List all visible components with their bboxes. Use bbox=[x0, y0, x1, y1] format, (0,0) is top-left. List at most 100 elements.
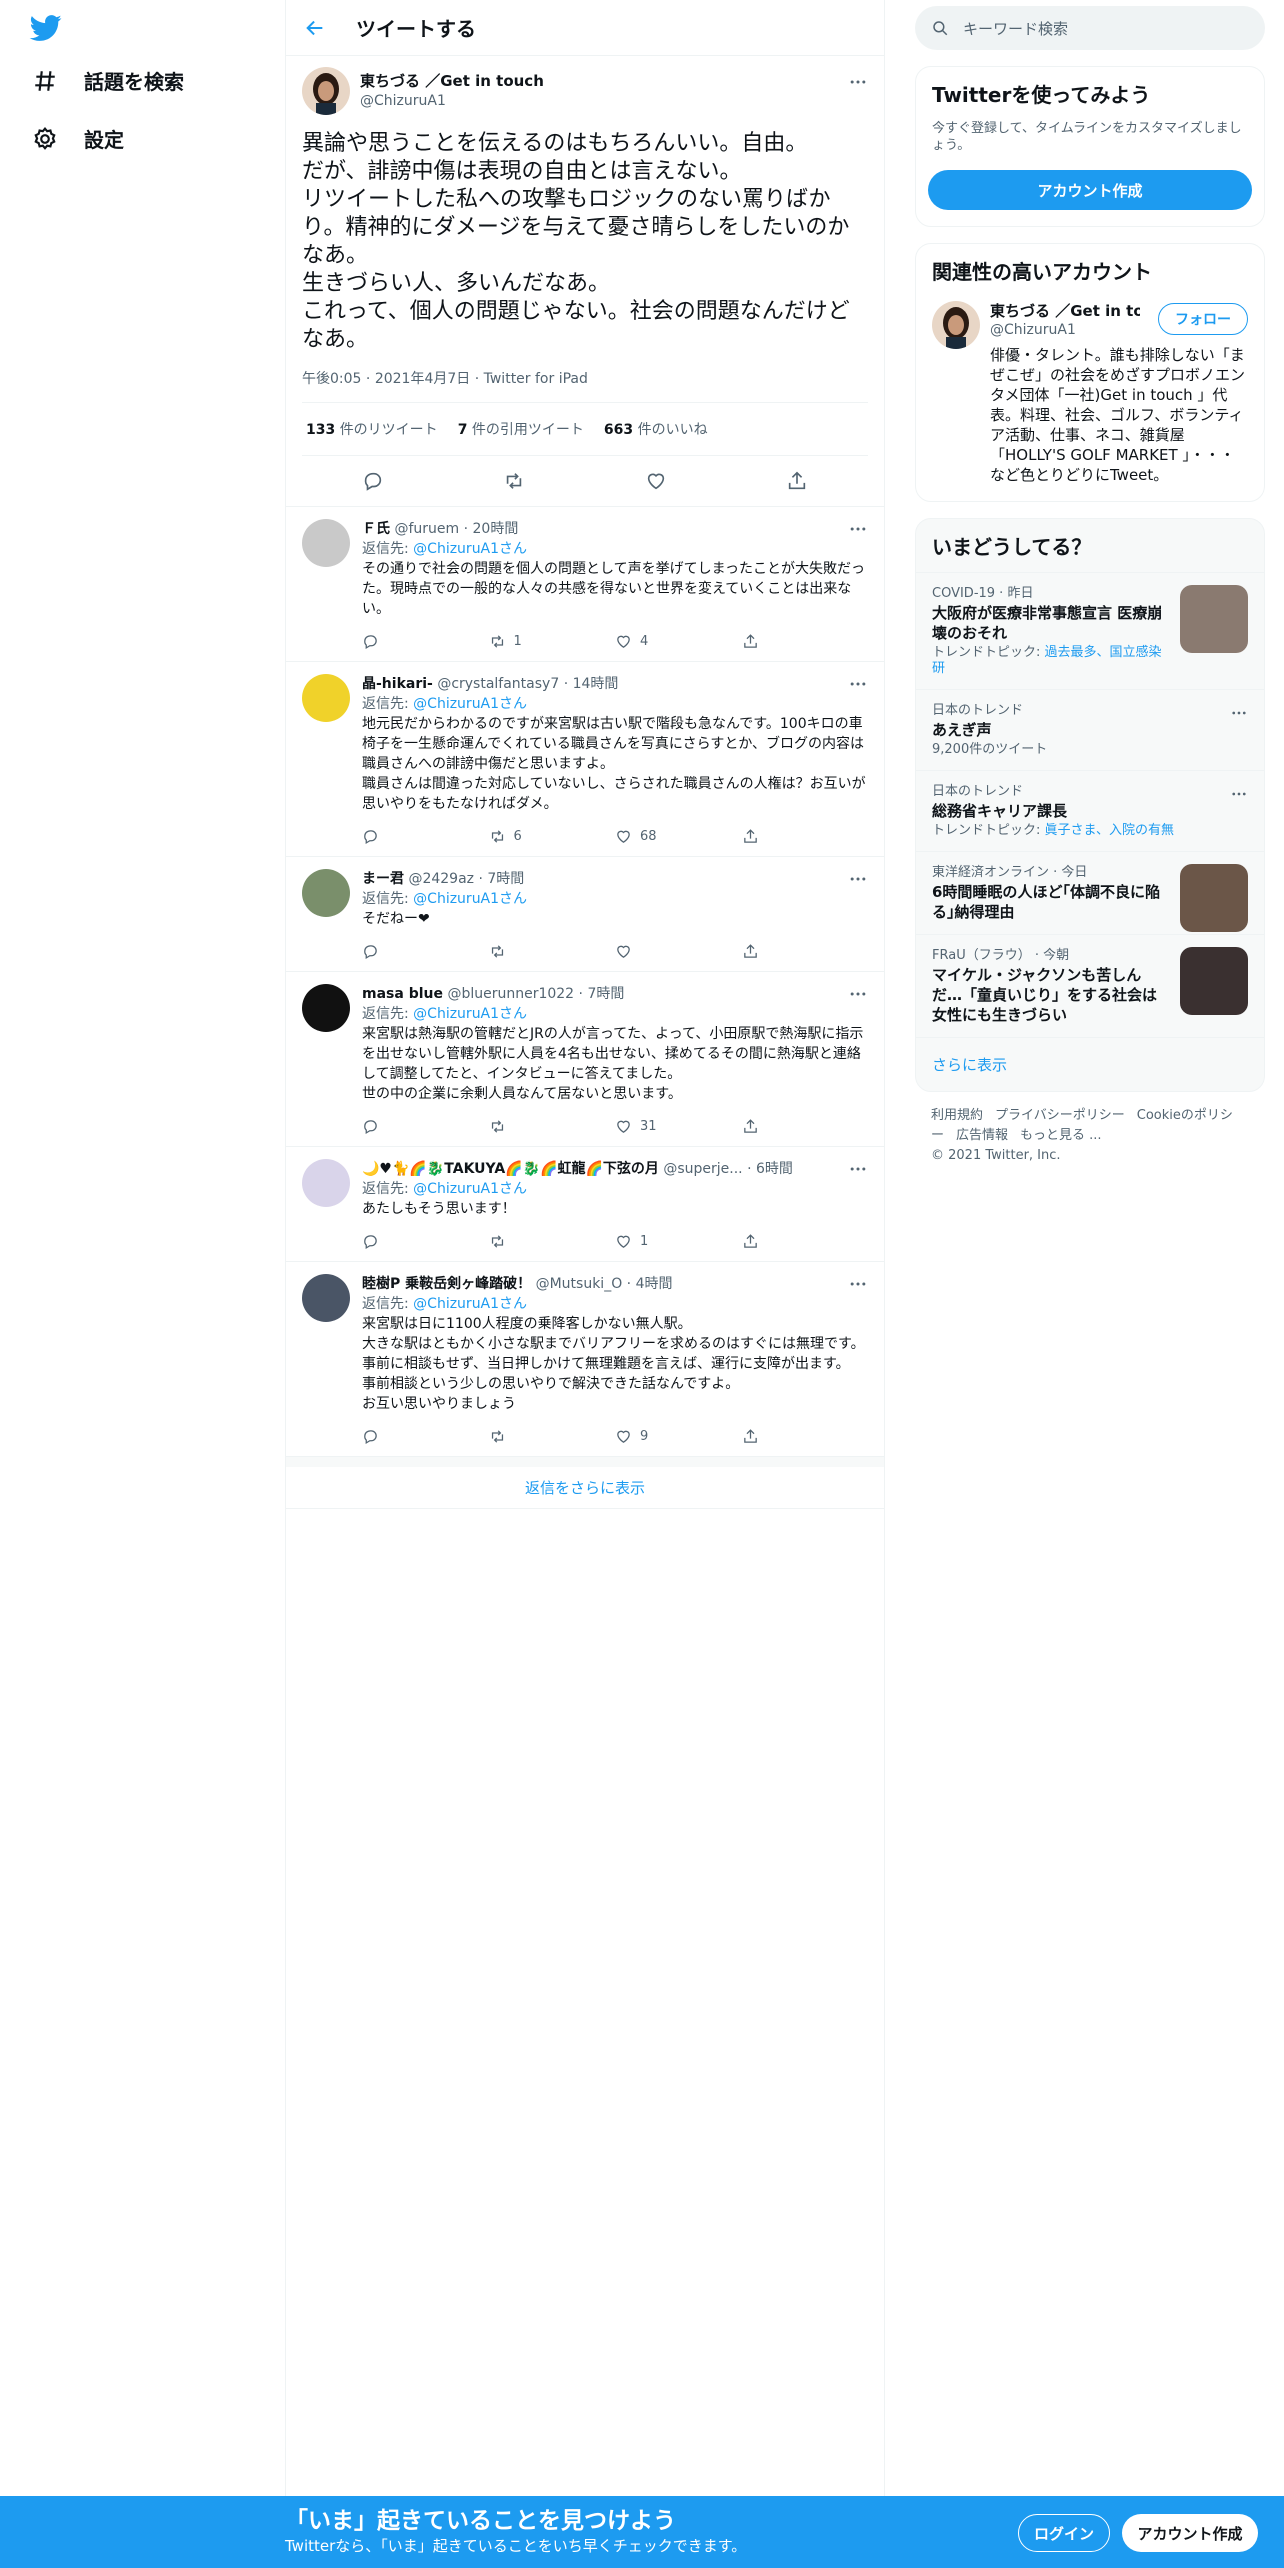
share-button[interactable] bbox=[742, 828, 869, 845]
share-button[interactable] bbox=[742, 1428, 869, 1445]
reply-tweet[interactable]: masa blue @bluerunner1022 · 7時間 返信先: @Ch… bbox=[286, 972, 884, 1147]
reply-button[interactable] bbox=[362, 1118, 489, 1135]
more-options-icon[interactable] bbox=[1230, 785, 1248, 803]
retweet-button[interactable]: 6 bbox=[489, 828, 616, 845]
search-input[interactable]: キーワード検索 bbox=[963, 18, 1068, 39]
more-options-icon[interactable] bbox=[848, 984, 868, 1004]
nav-item-explore[interactable]: 話題を検索 bbox=[32, 66, 184, 95]
reply-author-name[interactable]: 晶-hikari- bbox=[362, 676, 433, 692]
like-button[interactable]: 9 bbox=[615, 1428, 742, 1445]
reply-time[interactable]: 20時間 bbox=[473, 521, 519, 537]
footer-link[interactable]: もっと見る ... bbox=[1020, 1128, 1102, 1143]
avatar[interactable] bbox=[932, 301, 980, 349]
more-options-icon[interactable] bbox=[848, 1159, 868, 1179]
more-options-icon[interactable] bbox=[848, 1274, 868, 1294]
avatar[interactable] bbox=[302, 519, 350, 567]
nav-item-settings[interactable]: 設定 bbox=[32, 124, 124, 153]
related-account[interactable]: 東ちづる ／Get in to... @ChizuruA1 俳優・タレント。誰も… bbox=[916, 297, 1264, 501]
avatar[interactable] bbox=[302, 984, 350, 1032]
tweet-time[interactable]: 午後0:05 bbox=[302, 371, 361, 387]
signup-button[interactable]: アカウント作成 bbox=[1122, 2514, 1258, 2552]
reply-button[interactable] bbox=[362, 1233, 489, 1250]
retweet-button[interactable] bbox=[489, 943, 616, 960]
trend-item[interactable]: COVID-19 · 昨日 大阪府が医療非常事態宣言 医療崩壊のおそれ トレンドト… bbox=[916, 572, 1264, 689]
avatar[interactable] bbox=[302, 1159, 350, 1207]
tweet-date[interactable]: 2021年4月7日 bbox=[375, 371, 470, 387]
reply-tweet[interactable]: 🌙♥🐈🌈🐉TAKUYA🌈🐉🌈虹龍🌈下弦の月 @superje... · 6時間 … bbox=[286, 1147, 884, 1262]
retweet-button[interactable] bbox=[489, 1233, 616, 1250]
more-options-icon[interactable] bbox=[1230, 704, 1248, 722]
reply-button[interactable] bbox=[362, 943, 489, 960]
like-button[interactable]: 31 bbox=[615, 1118, 742, 1135]
more-options-icon[interactable] bbox=[848, 519, 868, 539]
share-button[interactable] bbox=[742, 1233, 869, 1250]
reply-tweet[interactable]: 晶-hikari- @crystalfantasy7 · 14時間 返信先: @… bbox=[286, 662, 884, 857]
share-button[interactable] bbox=[742, 633, 869, 650]
reply-button[interactable] bbox=[362, 1428, 489, 1445]
reply-author-handle[interactable]: @Mutsuki_O bbox=[536, 1276, 623, 1292]
reply-author-name[interactable]: 睦樹P 乗鞍岳剣ヶ峰踏破！ bbox=[362, 1276, 531, 1292]
footer-link[interactable]: 利用規約 bbox=[931, 1108, 983, 1123]
reply-time[interactable]: 7時間 bbox=[587, 986, 624, 1002]
share-button[interactable] bbox=[742, 943, 869, 960]
show-more-trends-button[interactable]: さらに表示 bbox=[916, 1037, 1264, 1091]
related-name[interactable]: 東ちづる ／Get in to... bbox=[990, 301, 1140, 321]
reply-author-handle[interactable]: @crystalfantasy7 bbox=[437, 676, 559, 692]
back-arrow-icon[interactable] bbox=[304, 17, 326, 39]
author-name[interactable]: 東ちづる ／Get in touch bbox=[360, 71, 544, 91]
more-options-icon[interactable] bbox=[848, 674, 868, 694]
reply-author-handle[interactable]: @superje... bbox=[663, 1161, 742, 1177]
reply-button[interactable] bbox=[362, 828, 489, 845]
trend-item[interactable]: FRaU（フラウ） · 今朝 マイケル・ジャクソンも苦しんだ…「童貞いじり」をす… bbox=[916, 934, 1264, 1037]
show-more-replies-button[interactable]: 返信をさらに表示 bbox=[286, 1457, 884, 1509]
retweet-button[interactable] bbox=[489, 1118, 616, 1135]
reply-author-name[interactable]: masa blue bbox=[362, 986, 443, 1002]
reply-to-mention[interactable]: @ChizuruA1さん bbox=[413, 1006, 527, 1022]
twitter-logo-icon[interactable] bbox=[28, 12, 64, 44]
reply-time[interactable]: 14時間 bbox=[573, 676, 619, 692]
tweet-source[interactable]: Twitter for iPad bbox=[484, 371, 588, 387]
like-icon[interactable] bbox=[645, 470, 667, 492]
footer-link[interactable]: プライバシーポリシー bbox=[995, 1108, 1125, 1123]
reply-author-handle[interactable]: @bluerunner1022 bbox=[447, 986, 574, 1002]
reply-to-mention[interactable]: @ChizuruA1さん bbox=[413, 1296, 527, 1312]
reply-time[interactable]: 4時間 bbox=[636, 1276, 673, 1292]
retweet-count[interactable]: 133 件のリツイート bbox=[306, 419, 438, 439]
trend-item[interactable]: 日本のトレンド 総務省キャリア課長 トレンドトピック: 眞子さま、入院の有無 bbox=[916, 770, 1264, 851]
avatar[interactable] bbox=[302, 869, 350, 917]
like-button[interactable]: 1 bbox=[615, 1233, 742, 1250]
like-button[interactable]: 4 bbox=[615, 633, 742, 650]
more-options-icon[interactable] bbox=[848, 869, 868, 889]
retweet-icon[interactable] bbox=[503, 470, 525, 492]
quote-count[interactable]: 7 件の引用ツイート bbox=[458, 419, 584, 439]
share-icon[interactable] bbox=[786, 470, 808, 492]
author-handle[interactable]: @ChizuruA1 bbox=[360, 91, 544, 111]
like-count[interactable]: 663 件のいいね bbox=[604, 419, 708, 439]
login-button[interactable]: ログイン bbox=[1018, 2514, 1110, 2552]
reply-to-mention[interactable]: @ChizuruA1さん bbox=[413, 891, 527, 907]
reply-author-name[interactable]: まー君 bbox=[362, 871, 404, 887]
reply-icon[interactable] bbox=[362, 470, 384, 492]
reply-time[interactable]: 7時間 bbox=[487, 871, 524, 887]
reply-author-name[interactable]: 🌙♥🐈🌈🐉TAKUYA🌈🐉🌈虹龍🌈下弦の月 bbox=[362, 1161, 659, 1177]
reply-author-name[interactable]: Ｆ氏 bbox=[362, 521, 390, 537]
search-box[interactable]: キーワード検索 bbox=[915, 6, 1265, 50]
reply-author-handle[interactable]: @furuem bbox=[394, 521, 459, 537]
reply-tweet[interactable]: Ｆ氏 @furuem · 20時間 返信先: @ChizuruA1さん その通り… bbox=[286, 507, 884, 662]
reply-tweet[interactable]: まー君 @2429az · 7時間 返信先: @ChizuruA1さん そだねー… bbox=[286, 857, 884, 972]
trend-item[interactable]: 日本のトレンド あえぎ声 9,200件のツイート bbox=[916, 689, 1264, 770]
follow-button[interactable]: フォロー bbox=[1158, 303, 1248, 335]
like-button[interactable] bbox=[615, 943, 742, 960]
reply-to-mention[interactable]: @ChizuruA1さん bbox=[413, 696, 527, 712]
create-account-button[interactable]: アカウント作成 bbox=[928, 170, 1252, 210]
reply-author-handle[interactable]: @2429az bbox=[408, 871, 474, 887]
footer-link[interactable]: 広告情報 bbox=[956, 1128, 1008, 1143]
share-button[interactable] bbox=[742, 1118, 869, 1135]
avatar[interactable] bbox=[302, 1274, 350, 1322]
more-options-icon[interactable] bbox=[848, 72, 868, 92]
reply-tweet[interactable]: 睦樹P 乗鞍岳剣ヶ峰踏破！ @Mutsuki_O · 4時間 返信先: @Chi… bbox=[286, 1262, 884, 1457]
reply-button[interactable] bbox=[362, 633, 489, 650]
reply-to-mention[interactable]: @ChizuruA1さん bbox=[413, 541, 527, 557]
like-button[interactable]: 68 bbox=[615, 828, 742, 845]
trend-item[interactable]: 東洋経済オンライン · 今日 6時間睡眠の人ほど｢体調不良に陥る｣納得理由 bbox=[916, 851, 1264, 934]
